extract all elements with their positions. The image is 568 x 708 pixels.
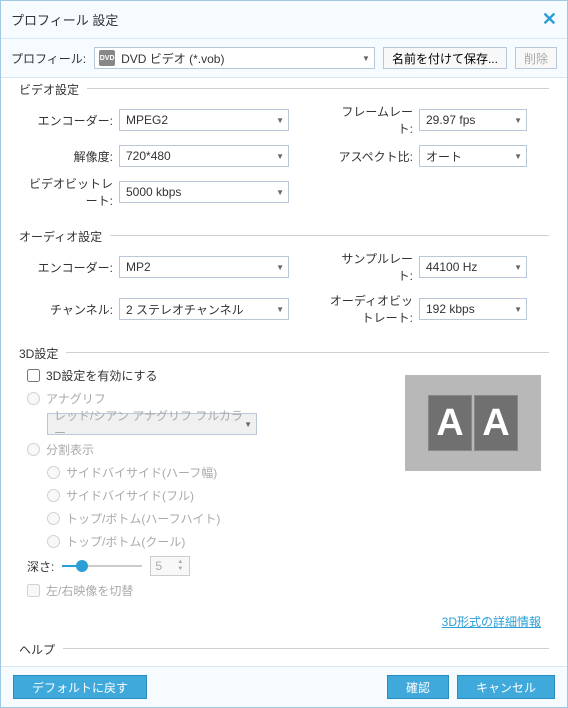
chevron-down-icon: ▼	[362, 54, 370, 63]
anaglyph-radio	[27, 392, 40, 405]
chevron-down-icon: ▼	[276, 188, 284, 197]
tb-full-radio	[47, 535, 60, 548]
audio-encoder-select[interactable]: MP2 ▼	[119, 256, 289, 278]
split-label: 分割表示	[46, 441, 94, 458]
chevron-down-icon: ▼	[514, 152, 522, 161]
video-bitrate-label: ビデオビットレート:	[27, 175, 119, 209]
channel-select[interactable]: 2 ステレオチャンネル ▼	[119, 298, 289, 320]
profile-label: プロフィール:	[11, 50, 86, 67]
save-as-button[interactable]: 名前を付けて保存...	[383, 47, 507, 69]
3d-preview: A A	[405, 375, 541, 471]
tb-half-label: トップ/ボトム(ハーフハイト)	[66, 510, 220, 527]
chevron-down-icon: ▼	[514, 116, 522, 125]
3d-settings-group: 3D設定 3D設定を有効にする アナグリフ レッド/シアン アナグリフ フルカラ…	[19, 352, 549, 640]
reset-button[interactable]: デフォルトに戻す	[13, 675, 147, 699]
depth-slider	[62, 558, 142, 574]
sbs-full-label: サイドバイサイド(フル)	[66, 487, 194, 504]
framerate-label: フレームレート:	[327, 103, 419, 137]
resolution-select[interactable]: 720*480 ▼	[119, 145, 289, 167]
video-encoder-select[interactable]: MPEG2 ▼	[119, 109, 289, 131]
chevron-down-icon: ▼	[276, 305, 284, 314]
chevron-down-icon: ▼	[514, 263, 522, 272]
enable-3d-checkbox[interactable]	[27, 369, 40, 382]
audio-bitrate-label: オーディオビットレート:	[327, 292, 419, 326]
aspect-label: アスペクト比:	[327, 148, 419, 165]
help-group: ヘルプ 「プロフィール」リストから出力フォーマットを選択してください。	[19, 648, 549, 666]
audio-settings-group: オーディオ設定 エンコーダー: MP2 ▼ サンプルレート: 44100 Hz …	[19, 235, 549, 344]
toolbar: プロフィール: DVD DVD ビデオ (*.vob) ▼ 名前を付けて保存..…	[1, 39, 567, 78]
resolution-label: 解像度:	[27, 148, 119, 165]
chevron-down-icon: ▼	[276, 263, 284, 272]
profile-settings-window: プロフィール 設定 ✕ プロフィール: DVD DVD ビデオ (*.vob) …	[0, 0, 568, 708]
chevron-down-icon: ▼	[244, 420, 252, 429]
audio-encoder-label: エンコーダー:	[27, 259, 119, 276]
depth-label: 深さ:	[27, 558, 54, 575]
dvd-icon: DVD	[99, 50, 115, 66]
swap-lr-label: 左/右映像を切替	[46, 582, 133, 599]
close-icon[interactable]: ✕	[542, 9, 557, 30]
help-text: 「プロフィール」リストから出力フォーマットを選択してください。	[27, 663, 541, 666]
tb-half-radio	[47, 512, 60, 525]
ok-button[interactable]: 確認	[387, 675, 449, 699]
framerate-select[interactable]: 29.97 fps ▼	[419, 109, 527, 131]
swap-lr-checkbox	[27, 584, 40, 597]
footer: デフォルトに戻す 確認 キャンセル	[1, 666, 567, 707]
delete-button: 削除	[515, 47, 557, 69]
samplerate-label: サンプルレート:	[327, 250, 419, 284]
anaglyph-label: アナグリフ	[46, 390, 106, 407]
window-title: プロフィール 設定	[11, 10, 118, 29]
titlebar: プロフィール 設定 ✕	[1, 1, 567, 39]
3d-legend: 3D設定	[19, 345, 66, 362]
anaglyph-select: レッド/シアン アナグリフ フルカラー ▼	[47, 413, 257, 435]
samplerate-select[interactable]: 44100 Hz ▼	[419, 256, 527, 278]
video-encoder-label: エンコーダー:	[27, 112, 119, 129]
audio-bitrate-select[interactable]: 192 kbps ▼	[419, 298, 527, 320]
enable-3d-label: 3D設定を有効にする	[46, 367, 157, 384]
video-bitrate-select[interactable]: 5000 kbps ▼	[119, 181, 289, 203]
chevron-down-icon: ▼	[276, 116, 284, 125]
sbs-half-label: サイドバイサイド(ハーフ幅)	[66, 464, 217, 481]
profile-select[interactable]: DVD DVD ビデオ (*.vob) ▼	[94, 47, 375, 69]
video-legend: ビデオ設定	[19, 81, 87, 98]
profile-value: DVD ビデオ (*.vob)	[121, 50, 224, 67]
3d-info-link[interactable]: 3D形式の詳細情報	[442, 615, 541, 629]
content-area: ビデオ設定 エンコーダー: MPEG2 ▼ フレームレート: 29.97 fps…	[1, 78, 567, 666]
preview-right-icon: A	[474, 395, 518, 451]
audio-legend: オーディオ設定	[19, 228, 110, 245]
sbs-half-radio	[47, 466, 60, 479]
cancel-button[interactable]: キャンセル	[457, 675, 555, 699]
aspect-select[interactable]: オート ▼	[419, 145, 527, 167]
chevron-down-icon: ▼	[514, 305, 522, 314]
depth-spinner: 5 ▲▼	[150, 556, 190, 576]
tb-full-label: トップ/ボトム(クール)	[66, 533, 185, 550]
video-settings-group: ビデオ設定 エンコーダー: MPEG2 ▼ フレームレート: 29.97 fps…	[19, 88, 549, 227]
help-legend: ヘルプ	[19, 641, 63, 658]
preview-left-icon: A	[428, 395, 472, 451]
channel-label: チャンネル:	[27, 301, 119, 318]
split-radio	[27, 443, 40, 456]
chevron-down-icon: ▼	[276, 152, 284, 161]
sbs-full-radio	[47, 489, 60, 502]
